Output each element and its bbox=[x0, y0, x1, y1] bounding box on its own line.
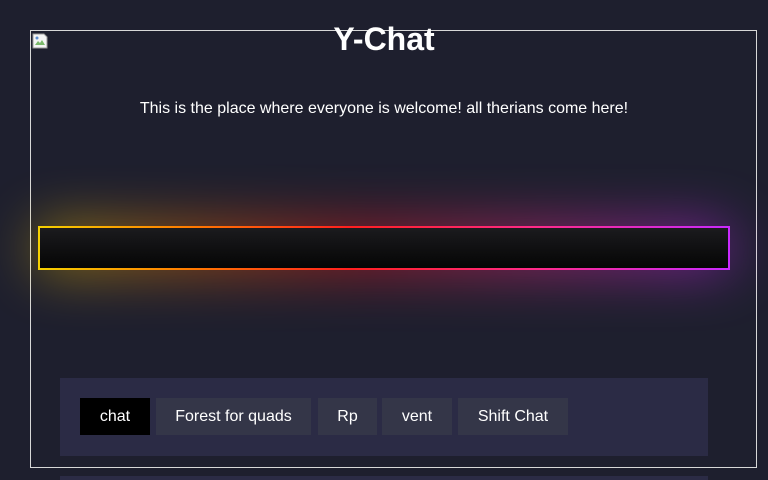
tab-rp[interactable]: Rp bbox=[318, 398, 377, 435]
rainbow-bar bbox=[38, 226, 730, 270]
page-subtitle: This is the place where everyone is welc… bbox=[139, 100, 629, 117]
tab-forest-for-quads[interactable]: Forest for quads bbox=[156, 398, 311, 435]
tabs-panel: chat Forest for quads Rp vent Shift Chat bbox=[60, 378, 708, 456]
tab-shift-chat[interactable]: Shift Chat bbox=[458, 398, 568, 435]
page-title: Y-Chat bbox=[333, 21, 435, 57]
rainbow-bar-inner bbox=[40, 228, 728, 268]
next-panel-edge bbox=[60, 476, 708, 480]
tab-chat[interactable]: chat bbox=[80, 398, 150, 435]
page: Y-Chat This is the place where everyone … bbox=[0, 0, 768, 480]
tab-vent[interactable]: vent bbox=[382, 398, 452, 435]
